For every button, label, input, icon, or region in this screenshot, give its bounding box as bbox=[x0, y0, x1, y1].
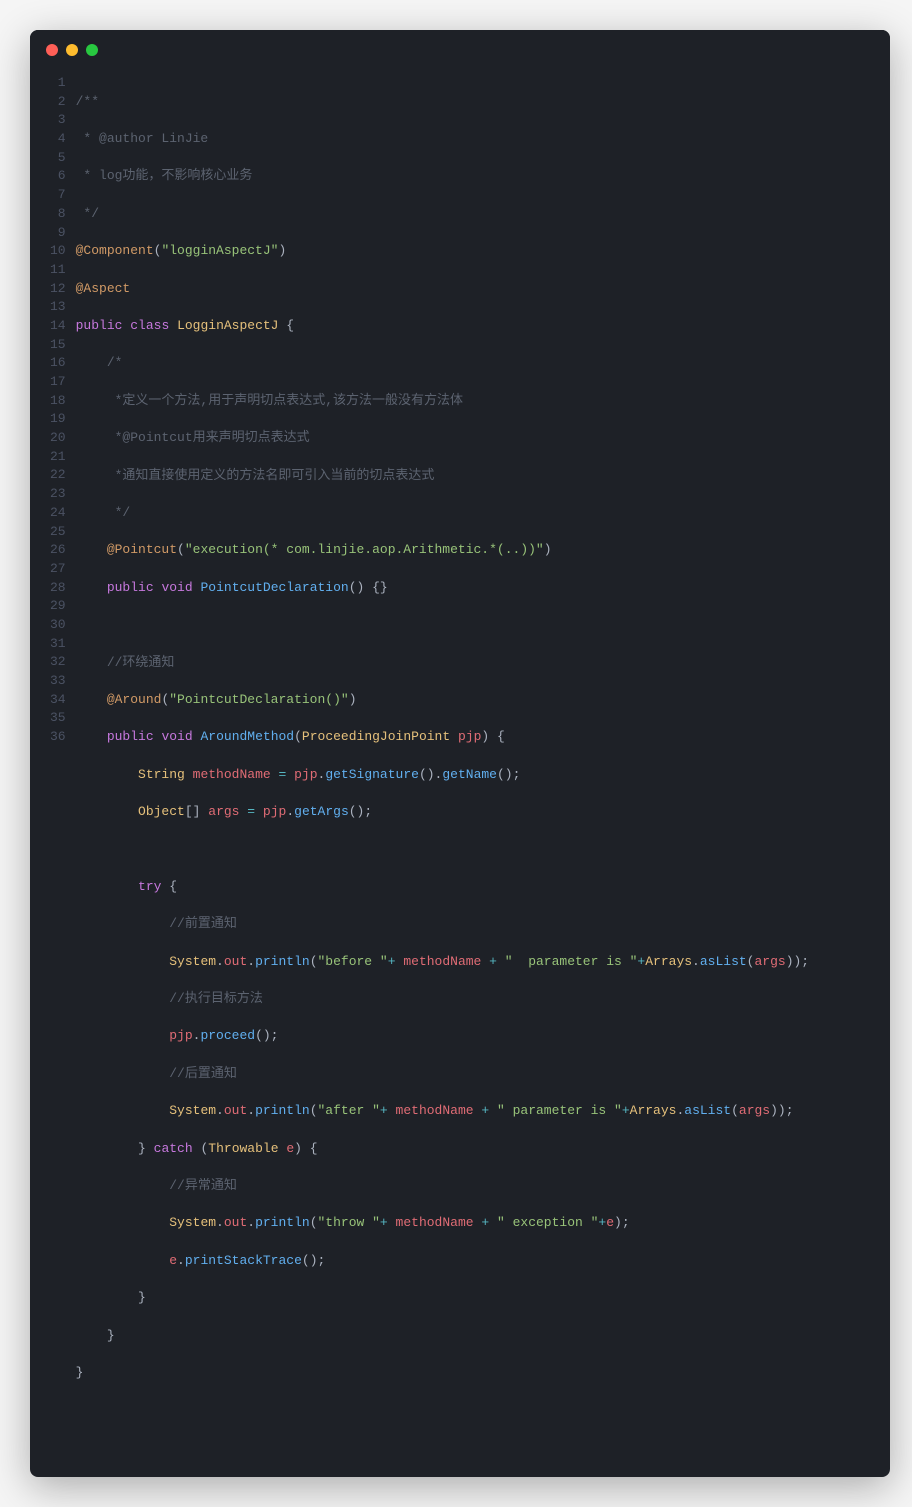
line-number: 5 bbox=[50, 149, 66, 168]
code-line: //环绕通知 bbox=[76, 654, 890, 673]
line-number: 34 bbox=[50, 691, 66, 710]
code-line: *定义一个方法,用于声明切点表达式,该方法一般没有方法体 bbox=[76, 392, 890, 411]
code-line: * log功能，不影响核心业务 bbox=[76, 167, 890, 186]
code-line bbox=[76, 616, 890, 635]
line-number: 1 bbox=[50, 74, 66, 93]
line-number: 32 bbox=[50, 653, 66, 672]
line-number: 10 bbox=[50, 242, 66, 261]
code-line: Object[] args = pjp.getArgs(); bbox=[76, 803, 890, 822]
code-line: *通知直接使用定义的方法名即可引入当前的切点表达式 bbox=[76, 467, 890, 486]
line-number: 7 bbox=[50, 186, 66, 205]
line-number: 35 bbox=[50, 709, 66, 728]
line-number: 33 bbox=[50, 672, 66, 691]
code-line: String methodName = pjp.getSignature().g… bbox=[76, 766, 890, 785]
line-number: 18 bbox=[50, 392, 66, 411]
line-number: 36 bbox=[50, 728, 66, 747]
line-number: 9 bbox=[50, 224, 66, 243]
code-line: try { bbox=[76, 878, 890, 897]
code-line: } bbox=[76, 1289, 890, 1308]
code-line: } bbox=[76, 1364, 890, 1383]
line-number: 21 bbox=[50, 448, 66, 467]
line-number: 29 bbox=[50, 597, 66, 616]
line-number: 2 bbox=[50, 93, 66, 112]
line-number: 22 bbox=[50, 466, 66, 485]
line-number: 14 bbox=[50, 317, 66, 336]
code-line: /* bbox=[76, 354, 890, 373]
code-line: */ bbox=[76, 205, 890, 224]
code-line: System.out.println("after "+ methodName … bbox=[76, 1102, 890, 1121]
code-line: @Pointcut("execution(* com.linjie.aop.Ar… bbox=[76, 541, 890, 560]
code-line: } catch (Throwable e) { bbox=[76, 1140, 890, 1159]
code-line: public void PointcutDeclaration() {} bbox=[76, 579, 890, 598]
code-line: System.out.println("before "+ methodName… bbox=[76, 953, 890, 972]
code-line: *@Pointcut用来声明切点表达式 bbox=[76, 429, 890, 448]
line-number: 31 bbox=[50, 635, 66, 654]
line-number: 28 bbox=[50, 579, 66, 598]
line-number: 27 bbox=[50, 560, 66, 579]
code-line: * @author LinJie bbox=[76, 130, 890, 149]
code-line: pjp.proceed(); bbox=[76, 1027, 890, 1046]
line-number: 17 bbox=[50, 373, 66, 392]
code-line: /** bbox=[76, 93, 890, 112]
line-number: 19 bbox=[50, 410, 66, 429]
line-number: 15 bbox=[50, 336, 66, 355]
line-number: 30 bbox=[50, 616, 66, 635]
code-line: } bbox=[76, 1327, 890, 1346]
minimize-icon[interactable] bbox=[66, 44, 78, 56]
code-line: @Aspect bbox=[76, 280, 890, 299]
line-number: 26 bbox=[50, 541, 66, 560]
code-line: e.printStackTrace(); bbox=[76, 1252, 890, 1271]
line-number-gutter: 1234567891011121314151617181920212223242… bbox=[30, 74, 76, 1457]
line-number: 16 bbox=[50, 354, 66, 373]
code-container: 1234567891011121314151617181920212223242… bbox=[30, 64, 890, 1477]
code-line: //前置通知 bbox=[76, 915, 890, 934]
code-line: @Around("PointcutDeclaration()") bbox=[76, 691, 890, 710]
code-editor-window: 1234567891011121314151617181920212223242… bbox=[30, 30, 890, 1477]
line-number: 24 bbox=[50, 504, 66, 523]
line-number: 11 bbox=[50, 261, 66, 280]
code-line: //后置通知 bbox=[76, 1065, 890, 1084]
line-number: 25 bbox=[50, 523, 66, 542]
line-number: 13 bbox=[50, 298, 66, 317]
code-line: System.out.println("throw "+ methodName … bbox=[76, 1214, 890, 1233]
code-line: //执行目标方法 bbox=[76, 990, 890, 1009]
line-number: 12 bbox=[50, 280, 66, 299]
code-line bbox=[76, 841, 890, 860]
code-line: */ bbox=[76, 504, 890, 523]
close-icon[interactable] bbox=[46, 44, 58, 56]
line-number: 6 bbox=[50, 167, 66, 186]
code-line: @Component("logginAspectJ") bbox=[76, 242, 890, 261]
line-number: 8 bbox=[50, 205, 66, 224]
line-number: 4 bbox=[50, 130, 66, 149]
code-content[interactable]: /** * @author LinJie * log功能，不影响核心业务 */ … bbox=[76, 74, 890, 1457]
window-title-bar bbox=[30, 30, 890, 64]
code-line: //异常通知 bbox=[76, 1177, 890, 1196]
code-line bbox=[76, 1401, 890, 1420]
maximize-icon[interactable] bbox=[86, 44, 98, 56]
line-number: 3 bbox=[50, 111, 66, 130]
line-number: 20 bbox=[50, 429, 66, 448]
line-number: 23 bbox=[50, 485, 66, 504]
code-line: public void AroundMethod(ProceedingJoinP… bbox=[76, 728, 890, 747]
code-line: public class LogginAspectJ { bbox=[76, 317, 890, 336]
